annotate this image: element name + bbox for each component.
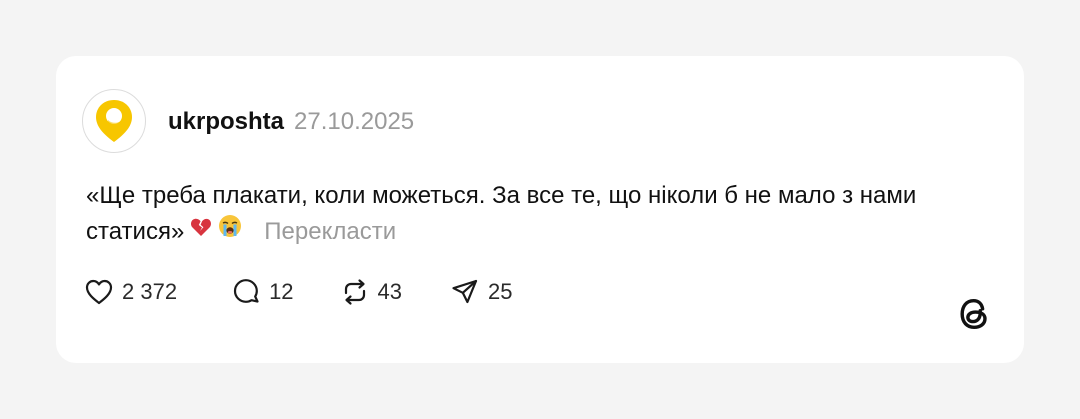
like-button[interactable]: 2 372	[84, 278, 177, 306]
username[interactable]: ukrposhta	[168, 108, 284, 136]
repost-icon	[344, 279, 365, 305]
post-header: ukrposhta 27.10.2025	[168, 108, 414, 136]
share-count: 25	[488, 279, 513, 304]
post-text-container: «Ще треба плакати, коли можеться. За все…	[86, 178, 986, 251]
send-icon	[452, 279, 478, 304]
post-date[interactable]: 27.10.2025	[294, 108, 414, 136]
ukrposhta-logo-icon	[96, 100, 132, 142]
repost-button[interactable]: 43	[340, 277, 402, 307]
share-button[interactable]: 25	[450, 277, 513, 307]
translate-link[interactable]: Перекласти	[264, 218, 396, 245]
broken-heart-emoji	[190, 213, 212, 249]
comment-count: 12	[269, 279, 294, 304]
action-bar: 2 372 12 43 25	[84, 276, 513, 308]
loudly-crying-face-emoji	[218, 213, 242, 249]
repost-count: 43	[377, 279, 403, 304]
like-count: 2 372	[122, 279, 178, 304]
post-card: ukrposhta 27.10.2025 «Ще треба плакати, …	[56, 56, 1024, 363]
avatar[interactable]	[82, 89, 146, 153]
heart-icon	[85, 279, 113, 305]
comment-button[interactable]: 12	[231, 277, 294, 307]
threads-logo-icon	[960, 298, 987, 330]
comment-bubble-icon	[233, 279, 259, 303]
